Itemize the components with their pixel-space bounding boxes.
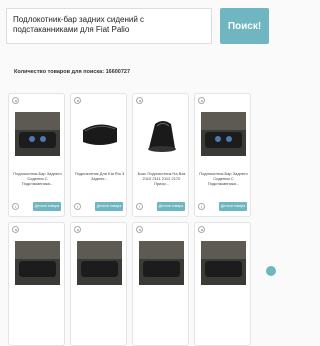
results-count: Количество товаров для поиска: 16600727 [14, 69, 131, 75]
eye-icon[interactable] [74, 97, 81, 104]
product-image[interactable] [15, 112, 60, 156]
product-title[interactable]: Бокс Подлокотник На Ваз 2110 2111 2112 2… [136, 171, 187, 186]
search-input[interactable]: Подлокотник-бар задних сидений с подстак… [6, 8, 212, 44]
product-title[interactable]: Подлокотник-Бар Заднего Сидения С Подста… [198, 171, 249, 186]
product-card[interactable] [132, 222, 189, 346]
details-button[interactable]: Детали товара [157, 202, 185, 211]
search-bar: Подлокотник-бар задних сидений с подстак… [6, 8, 269, 44]
product-image[interactable] [15, 241, 60, 285]
product-image[interactable] [201, 112, 246, 156]
product-card[interactable] [194, 222, 251, 346]
eye-icon[interactable] [136, 97, 143, 104]
details-button[interactable]: Детали товара [33, 202, 61, 211]
product-card[interactable]: Бокс Подлокотник На Ваз 2110 2111 2112 2… [132, 93, 189, 217]
product-title[interactable]: Подлокотник-Бар Заднего Сидения С Подста… [12, 171, 63, 186]
product-card[interactable] [8, 222, 65, 346]
product-image[interactable] [201, 241, 246, 285]
info-icon[interactable]: i [12, 203, 19, 210]
eye-icon[interactable] [198, 226, 205, 233]
product-title[interactable]: Подлокотник Для Kia Rio 3 Заднее... [74, 171, 125, 181]
info-icon[interactable]: i [74, 203, 81, 210]
product-image[interactable] [139, 241, 184, 285]
info-icon[interactable]: i [136, 203, 143, 210]
product-card[interactable]: Подлокотник Для Kia Rio 3 Заднее... i Де… [70, 93, 127, 217]
eye-icon[interactable] [74, 226, 81, 233]
product-card[interactable]: Подлокотник-Бар Заднего Сидения С Подста… [194, 93, 251, 217]
product-image[interactable] [77, 241, 122, 285]
product-image[interactable] [77, 112, 122, 156]
eye-icon[interactable] [12, 97, 19, 104]
details-button[interactable]: Детали товара [219, 202, 247, 211]
details-button[interactable]: Детали товара [95, 202, 123, 211]
chat-icon[interactable] [266, 266, 276, 276]
eye-icon[interactable] [198, 97, 205, 104]
product-image[interactable] [139, 112, 184, 156]
product-card[interactable]: Подлокотник-Бар Заднего Сидения С Подста… [8, 93, 65, 217]
search-button[interactable]: Поиск! [220, 8, 269, 44]
product-card[interactable] [70, 222, 127, 346]
eye-icon[interactable] [136, 226, 143, 233]
eye-icon[interactable] [12, 226, 19, 233]
info-icon[interactable]: i [198, 203, 205, 210]
